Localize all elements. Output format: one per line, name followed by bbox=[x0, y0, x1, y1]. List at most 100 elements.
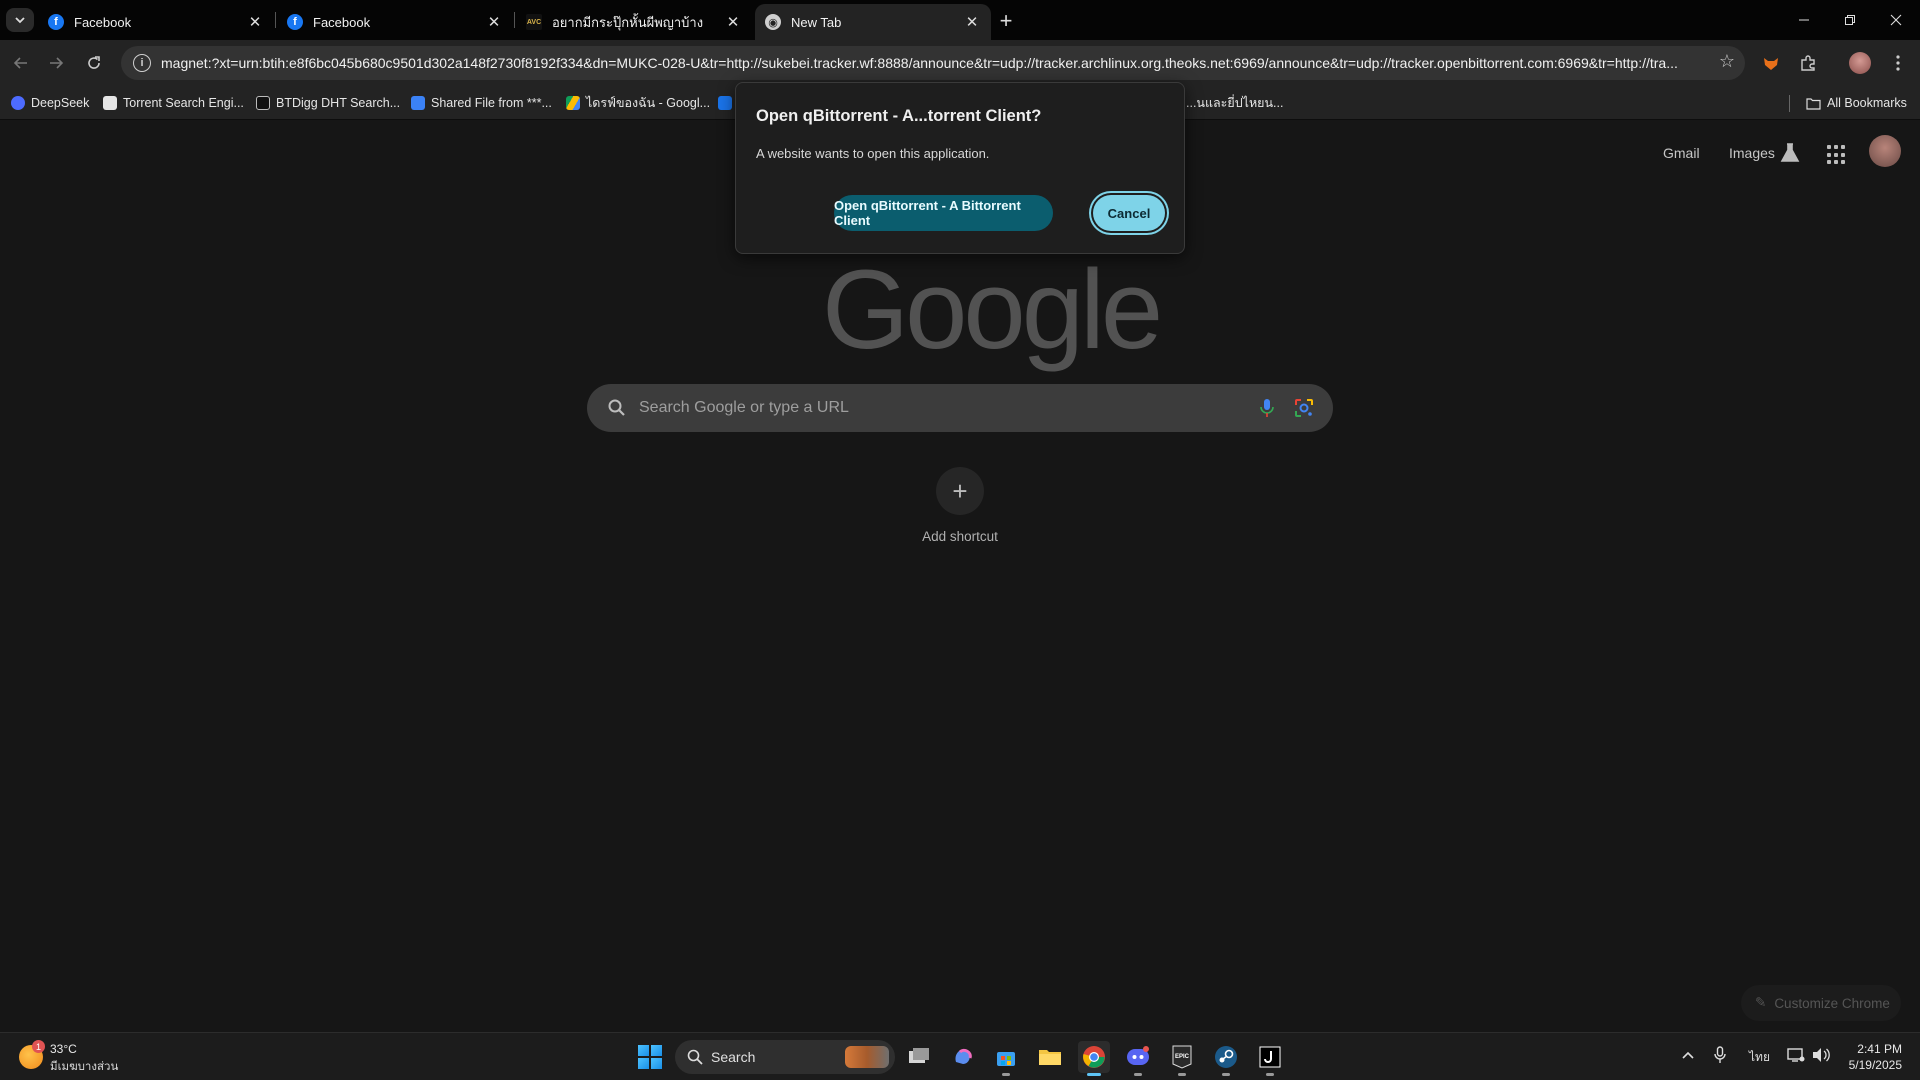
bookmark-label: BTDigg DHT Search... bbox=[276, 96, 401, 110]
tab-title: อยากมีกระปุ๊กหั้นผีพญาบ้าง bbox=[552, 14, 704, 30]
bookmark-google-drive[interactable]: ไดรฟ์ของฉัน - Googl... bbox=[566, 94, 710, 112]
forward-arrow-icon bbox=[50, 57, 64, 69]
tab-separator bbox=[514, 12, 515, 28]
jetbrains-icon bbox=[1259, 1046, 1281, 1068]
customize-chrome-label: Customize Chrome bbox=[1774, 995, 1890, 1011]
gmail-link[interactable]: Gmail bbox=[1663, 145, 1700, 161]
windows-start-button[interactable] bbox=[638, 1045, 662, 1069]
microphone-tray[interactable] bbox=[1714, 1046, 1726, 1067]
restore-icon bbox=[1845, 15, 1855, 25]
pencil-icon: ✎ bbox=[1755, 995, 1767, 1010]
show-hidden-icons-button[interactable] bbox=[1681, 1047, 1695, 1063]
task-view-button[interactable] bbox=[903, 1041, 935, 1073]
bookmarks-separator bbox=[1789, 95, 1790, 112]
svg-text:EPIC: EPIC bbox=[1175, 1054, 1190, 1060]
search-icon bbox=[687, 1049, 703, 1065]
close-tab-icon[interactable]: ✕ bbox=[724, 13, 742, 31]
profile-avatar-icon[interactable] bbox=[1846, 49, 1874, 77]
facebook-icon: f bbox=[287, 14, 303, 30]
minimize-icon bbox=[1799, 19, 1809, 21]
tab-title: New Tab bbox=[791, 14, 842, 30]
epic-games-app[interactable]: EPIC bbox=[1166, 1041, 1198, 1076]
discord-app[interactable] bbox=[1122, 1041, 1154, 1076]
extensions-puzzle-icon[interactable] bbox=[1794, 49, 1822, 77]
microsoft-store-app[interactable] bbox=[990, 1041, 1022, 1076]
tab-thai-site[interactable]: AVC อยากมีกระปุ๊กหั้นผีพญาบ้าง ✕ bbox=[516, 4, 752, 40]
ntp-search-box[interactable]: Search Google or type a URL bbox=[587, 384, 1333, 432]
reload-button[interactable] bbox=[81, 50, 107, 76]
add-shortcut-label: Add shortcut bbox=[922, 529, 998, 544]
forward-button[interactable] bbox=[43, 50, 69, 76]
discord-icon bbox=[1127, 1046, 1149, 1065]
back-button[interactable] bbox=[8, 50, 34, 76]
search-placeholder: Search Google or type a URL bbox=[639, 399, 849, 416]
taskbar-search[interactable]: Search bbox=[675, 1040, 895, 1074]
tab-facebook-1[interactable]: f Facebook ✕ bbox=[38, 4, 274, 40]
steam-app[interactable] bbox=[1210, 1041, 1242, 1076]
open-application-dialog: Open qBittorrent - A...torrent Client? A… bbox=[735, 82, 1185, 254]
running-indicator bbox=[1266, 1073, 1274, 1076]
folder-icon bbox=[1039, 1050, 1061, 1065]
minimize-button[interactable] bbox=[1781, 0, 1827, 40]
add-shortcut-button[interactable]: + bbox=[936, 467, 984, 515]
running-indicator bbox=[1134, 1073, 1142, 1076]
restore-button[interactable] bbox=[1827, 0, 1873, 40]
input-language[interactable]: ไทย bbox=[1749, 1048, 1770, 1067]
jetbrains-app[interactable] bbox=[1254, 1041, 1286, 1076]
google-apps-grid-icon[interactable] bbox=[1827, 145, 1847, 165]
all-bookmarks-button[interactable]: All Bookmarks bbox=[1806, 94, 1907, 112]
microphone-icon bbox=[1714, 1046, 1726, 1063]
bookmark-shared-file[interactable]: Shared File from ***... bbox=[411, 94, 552, 112]
bookmark-torrent-search[interactable]: Torrent Search Engi... bbox=[103, 94, 244, 112]
extension-fox-icon[interactable] bbox=[1757, 49, 1785, 77]
weather-badge: 1 bbox=[32, 1040, 45, 1053]
cancel-button[interactable]: Cancel bbox=[1093, 195, 1165, 231]
close-tab-icon[interactable]: ✕ bbox=[246, 13, 264, 31]
volume-tray[interactable] bbox=[1812, 1047, 1830, 1066]
clock-date: 5/19/2025 bbox=[1848, 1058, 1902, 1072]
address-bar[interactable]: i magnet:?xt=urn:btih:e8f6bc045b680c9501… bbox=[121, 46, 1745, 80]
google-lens-icon[interactable] bbox=[1293, 397, 1315, 419]
close-tab-icon[interactable]: ✕ bbox=[485, 13, 503, 31]
tab-new-tab[interactable]: ◉ New Tab ✕ bbox=[755, 4, 991, 40]
all-bookmarks-label: All Bookmarks bbox=[1827, 96, 1907, 110]
network-tray[interactable] bbox=[1787, 1047, 1805, 1066]
close-window-button[interactable] bbox=[1873, 0, 1919, 40]
open-qbittorrent-button[interactable]: Open qBittorrent - A Bittorrent Client bbox=[834, 195, 1053, 231]
running-indicator bbox=[1178, 1073, 1186, 1076]
chevron-up-icon bbox=[1682, 1051, 1694, 1059]
running-indicator bbox=[1087, 1073, 1101, 1076]
torrent-search-icon bbox=[103, 96, 117, 110]
bookmark-star-icon[interactable]: ☆ bbox=[1719, 51, 1735, 72]
tab-separator bbox=[275, 12, 276, 28]
store-icon bbox=[997, 1052, 1015, 1066]
clock-time: 2:41 PM bbox=[1857, 1042, 1902, 1056]
system-clock[interactable]: 2:41 PM 5/19/2025 bbox=[1849, 1041, 1902, 1073]
chrome-app[interactable] bbox=[1078, 1041, 1110, 1076]
tab-strip: f Facebook ✕ f Facebook ✕ AVC อยากมีกระป… bbox=[0, 0, 1920, 40]
bookmark-label: ...นและยี่ปไหยน... bbox=[1186, 96, 1284, 110]
bookmark-label: Shared File from ***... bbox=[431, 96, 552, 110]
images-link[interactable]: Images bbox=[1729, 145, 1775, 161]
tab-search-button[interactable] bbox=[6, 8, 34, 32]
site-info-icon[interactable]: i bbox=[133, 54, 151, 72]
bookmark-btdigg[interactable]: BTDigg DHT Search... bbox=[256, 94, 400, 112]
tab-facebook-2[interactable]: f Facebook ✕ bbox=[277, 4, 513, 40]
reload-icon bbox=[88, 56, 100, 69]
bookmark-deepseek[interactable]: DeepSeek bbox=[11, 94, 89, 112]
bookmark-thai-site[interactable]: ...นและยี่ปไหยน... bbox=[1186, 94, 1283, 112]
tab-title: Facebook bbox=[313, 14, 371, 30]
customize-chrome-button[interactable]: ✎ Customize Chrome bbox=[1741, 985, 1901, 1021]
google-logo: Google bbox=[822, 247, 1163, 372]
kebab-menu-icon[interactable] bbox=[1884, 49, 1912, 77]
file-explorer-app[interactable] bbox=[1034, 1041, 1066, 1073]
chevron-down-icon bbox=[15, 17, 25, 24]
copilot-app[interactable] bbox=[947, 1041, 979, 1073]
close-tab-icon[interactable]: ✕ bbox=[963, 13, 981, 31]
labs-flask-icon[interactable] bbox=[1779, 141, 1801, 170]
task-view-icon bbox=[909, 1048, 929, 1063]
voice-search-mic-icon[interactable] bbox=[1259, 397, 1275, 419]
account-avatar[interactable] bbox=[1869, 135, 1901, 167]
new-tab-button[interactable]: + bbox=[993, 8, 1019, 34]
speaker-icon bbox=[1813, 1048, 1830, 1062]
